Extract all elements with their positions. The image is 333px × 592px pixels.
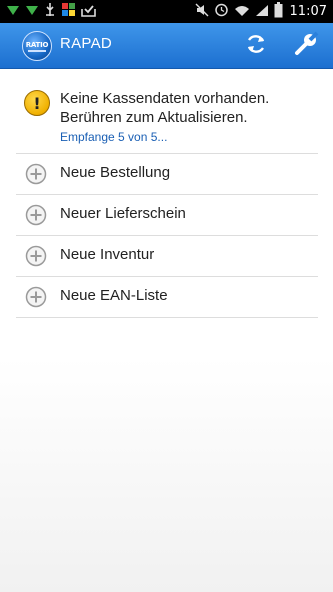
battery-icon <box>274 1 283 22</box>
system-icons: 11:07 <box>195 1 327 22</box>
app-logo[interactable]: RATIO <box>22 31 52 61</box>
wifi-icon <box>234 2 250 21</box>
refresh-button[interactable] <box>241 31 271 61</box>
list-item-new-delivery-note[interactable]: Neuer Lieferschein <box>16 195 318 236</box>
list-item-label: Neue EAN-Liste <box>60 287 168 304</box>
logo-text: RATIO <box>25 40 49 49</box>
app-title: RAPAD <box>60 35 113 52</box>
add-circle-icon <box>25 163 47 185</box>
list-item-new-order[interactable]: Neue Bestellung <box>16 154 318 195</box>
no-data-warning[interactable]: ! Keine Kassendaten vorhanden. Berühren … <box>16 82 318 154</box>
warning-title: Keine Kassendaten vorhanden. <box>60 90 270 107</box>
warning-message: Berühren zum Aktualisieren. <box>60 109 248 126</box>
main-content: ! Keine Kassendaten vorhanden. Berühren … <box>0 70 333 592</box>
warning-progress: Empfange 5 von 5... <box>60 130 168 144</box>
wifi-down-icon <box>25 2 39 21</box>
alarm-icon <box>214 2 229 21</box>
clock: 11:07 <box>289 4 327 19</box>
list-item-label: Neue Inventur <box>60 246 155 263</box>
settings-button[interactable] <box>291 31 321 61</box>
notification-icons <box>6 2 96 22</box>
add-circle-icon <box>25 204 47 226</box>
mute-icon <box>195 2 209 21</box>
list-item-label: Neuer Lieferschein <box>60 205 186 222</box>
action-bar: RATIO RAPAD <box>0 23 333 69</box>
logo-underline <box>28 49 46 52</box>
download-done-icon <box>81 2 96 21</box>
warning-icon: ! <box>24 90 50 116</box>
wifi-down-icon <box>6 2 20 21</box>
gallery-icon <box>61 2 76 21</box>
add-circle-icon <box>25 286 47 308</box>
list-item-new-inventory[interactable]: Neue Inventur <box>16 236 318 277</box>
list-item-label: Neue Bestellung <box>60 164 171 181</box>
status-bar: 11:07 <box>0 0 333 23</box>
list-item-new-ean-list[interactable]: Neue EAN-Liste <box>16 277 318 318</box>
add-circle-icon <box>25 245 47 267</box>
wrench-icon <box>293 31 319 61</box>
signal-icon <box>255 2 269 21</box>
action-list: Neue Bestellung Neuer Lieferschein Neue … <box>16 154 318 318</box>
refresh-icon <box>244 32 268 60</box>
usb-icon <box>44 2 56 22</box>
